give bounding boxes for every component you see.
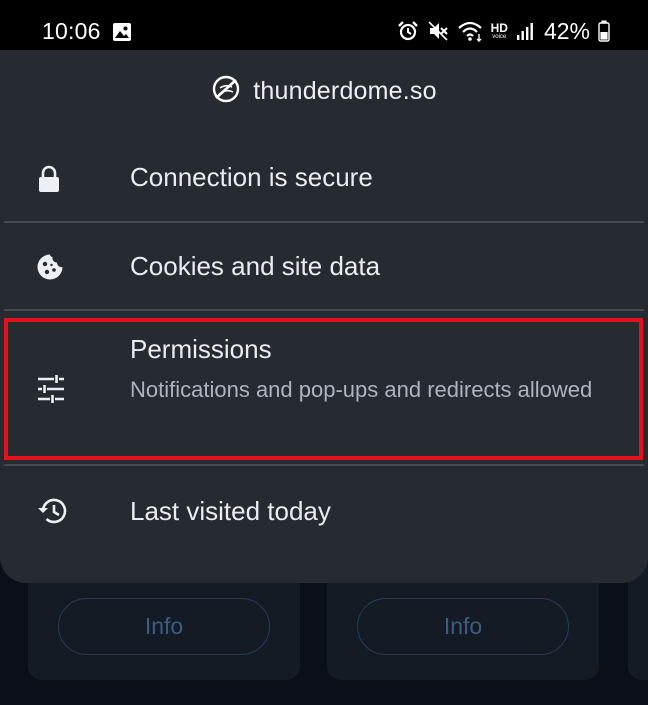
site-header: thunderdome.so xyxy=(0,74,648,109)
cookies-row[interactable]: Cookies and site data xyxy=(0,223,648,309)
battery-icon xyxy=(598,20,610,42)
gallery-notification-icon xyxy=(112,22,132,47)
highlight-box xyxy=(4,318,643,460)
battery-percentage: 42% xyxy=(543,17,590,44)
status-time: 10:06 xyxy=(42,18,101,44)
alarm-icon xyxy=(397,20,419,42)
info-button[interactable]: Info xyxy=(58,598,270,655)
cookie-icon xyxy=(36,253,64,286)
divider xyxy=(4,309,644,311)
hd-voice-icon: HD voice xyxy=(490,21,508,40)
wifi-icon xyxy=(457,20,483,42)
connection-row[interactable]: Connection is secure xyxy=(0,138,648,220)
row-title: Cookies and site data xyxy=(130,251,381,281)
site-info-sheet: thunderdome.so Connection is secure Cook… xyxy=(0,50,648,583)
row-title: Connection is secure xyxy=(130,162,373,192)
status-icons: HD voice 42% xyxy=(397,17,610,45)
mute-icon xyxy=(427,20,449,42)
last-visited-row[interactable]: Last visited today xyxy=(0,466,648,558)
signal-icon xyxy=(516,21,534,41)
lock-icon xyxy=(36,165,62,198)
site-favicon-icon xyxy=(211,74,241,109)
row-title: Last visited today xyxy=(130,496,331,526)
status-bar: 10:06 HD voice 42% xyxy=(0,0,648,50)
info-button[interactable]: Info xyxy=(357,598,569,655)
history-icon xyxy=(36,496,68,531)
site-domain: thunderdome.so xyxy=(253,77,437,105)
